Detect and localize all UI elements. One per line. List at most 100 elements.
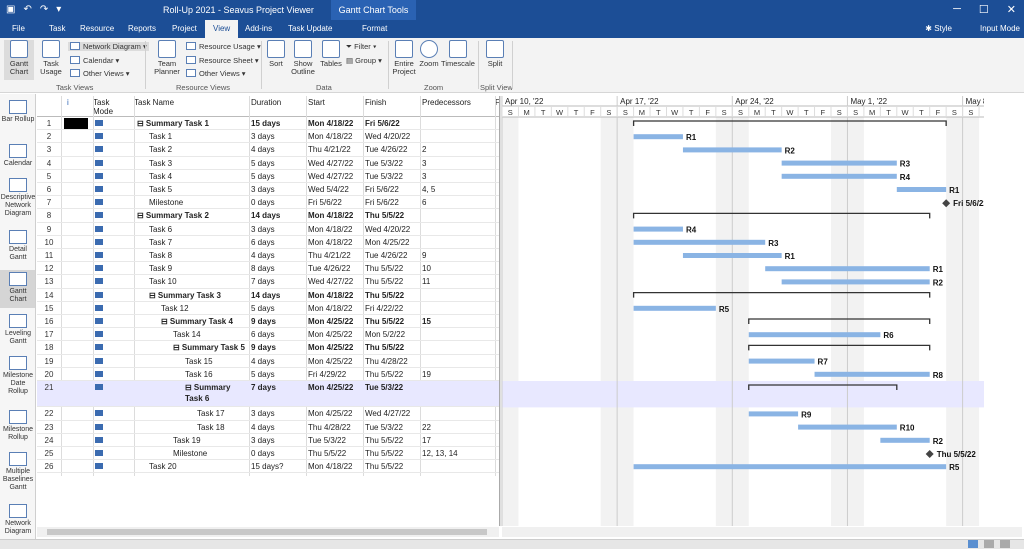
zoom-button[interactable]: Zoom [418, 40, 440, 68]
table-row[interactable]: 26 Task 20 15 days? Mon 4/18/22 Thu 5/5/22 [37, 460, 499, 474]
tab-task[interactable]: Task [49, 24, 65, 33]
view-multiple-baselines-gantt[interactable]: Multiple Baselines Gantt [0, 452, 35, 492]
split-button[interactable]: Split [482, 40, 508, 68]
start-column-header[interactable]: Start [308, 98, 325, 107]
task-finish: Tue 5/3/22 [365, 171, 403, 181]
table-row[interactable]: 24 Task 19 3 days Tue 5/3/22 Thu 5/5/22 17 [37, 434, 499, 447]
tab-add-ins[interactable]: Add-ins [245, 24, 272, 33]
redo-icon[interactable]: ↷ [40, 4, 48, 15]
table-row[interactable]: 21 ⊟ Summary Task 6 7 days Mon 4/25/22 Tue 5… [37, 381, 499, 408]
gantt-chart-button[interactable]: Gantt Chart [4, 40, 34, 80]
undo-icon[interactable]: ↶ [23, 4, 31, 15]
table-row[interactable]: 17 Task 14 6 days Mon 4/25/22 Mon 5/2/22 [37, 328, 499, 342]
minimize-icon[interactable]: ─ [953, 3, 961, 16]
view-milestone-date-rollup[interactable]: Milestone Date Rollup [0, 356, 35, 396]
table-row[interactable]: 23 Task 18 4 days Thu 4/28/22 Tue 5/3/22 22 [37, 421, 499, 434]
tab-file[interactable]: File [12, 24, 25, 33]
calendar-button[interactable]: Calendar ▾ [70, 56, 119, 65]
maximize-icon[interactable]: ☐ [979, 3, 989, 16]
table-row[interactable]: 14 ⊟ Summary Task 3 14 days Mon 4/18/22 Thu … [37, 289, 499, 302]
other-views-button[interactable]: Other Views ▾ [70, 69, 130, 78]
week-label: Apr 17, '22 [620, 97, 659, 106]
task-bar [896, 187, 947, 192]
view-shortcut-sheet-icon[interactable] [1000, 540, 1010, 548]
tab-task-update[interactable]: Task Update [288, 24, 332, 33]
view-network-diagram[interactable]: Network Diagram [0, 504, 35, 536]
table-row[interactable]: 16 ⊟ Summary Task 4 9 days Mon 4/25/22 Thu 5… [37, 315, 499, 329]
view-shortcut-usage-icon[interactable] [984, 540, 994, 548]
table-row[interactable]: 13 Task 10 7 days Wed 4/27/22 Thu 5/5/22 11 [37, 275, 499, 289]
filter-button[interactable]: ⏷ Filter ▾ [346, 42, 377, 52]
sheet-horizontal-scrollbar[interactable] [37, 527, 499, 537]
group-button[interactable]: ▤ Group ▾ [346, 56, 382, 65]
table-row[interactable]: 5 Task 4 5 days Wed 4/27/22 Tue 5/3/22 3 [37, 170, 499, 183]
table-row[interactable]: 15 Task 12 5 days Mon 4/18/22 Fri 4/22/22 [37, 302, 499, 315]
duration-column-header[interactable]: Duration [251, 98, 281, 107]
task-name-column-header[interactable]: Task Name [134, 98, 174, 107]
team-planner-button[interactable]: Team Planner [150, 40, 184, 76]
resource-sheet-button[interactable]: Resource Sheet ▾ [186, 56, 259, 65]
task-mode-column-header[interactable]: Task Mode [93, 98, 131, 116]
style-button[interactable]: ✱ Style [925, 24, 952, 33]
tab-view[interactable]: View [205, 20, 239, 38]
view-leveling-gantt[interactable]: Leveling Gantt [0, 314, 35, 346]
task-finish: Fri 5/6/22 [365, 198, 399, 208]
resource-label: R1 [949, 186, 960, 195]
table-row[interactable]: 12 Task 9 8 days Tue 4/26/22 Thu 5/5/22 10 [37, 262, 499, 276]
tab-resource[interactable]: Resource [80, 24, 114, 33]
scroll-thumb[interactable] [47, 529, 487, 535]
save-icon[interactable]: ▣ [6, 4, 15, 15]
table-row[interactable]: 1 ⊟ Summary Task 1 15 days Mon 4/18/22 Fri 5… [37, 117, 499, 131]
row-id: 17 [44, 330, 54, 340]
table-row[interactable]: 20 Task 16 5 days Fri 4/29/22 Thu 5/5/22 19 [37, 368, 499, 381]
entire-project-button[interactable]: Entire Project [391, 40, 417, 76]
sort-button[interactable]: Sort [264, 40, 288, 68]
finish-column-header[interactable]: Finish [365, 98, 386, 107]
task-finish: Tue 5/3/22 [365, 383, 404, 392]
task-usage-button[interactable]: Task Usage [36, 40, 66, 76]
customize-icon[interactable]: ▾ [56, 4, 61, 15]
table-row[interactable]: 4 Task 3 5 days Wed 4/27/22 Tue 5/3/22 3 [37, 157, 499, 170]
timescale-button[interactable]: Timescale [441, 40, 475, 68]
tab-reports[interactable]: Reports [128, 24, 156, 33]
table-row[interactable]: 6 Task 5 3 days Wed 5/4/22 Fri 5/6/22 4, 5 [37, 183, 499, 197]
input-mode-button[interactable]: Input Mode [980, 24, 1020, 33]
outline-icon [294, 40, 312, 58]
chart-horizontal-scrollbar[interactable] [502, 527, 1022, 537]
network-diagram-button[interactable]: Network Diagram ▾ [68, 42, 149, 51]
resource-label: R2 [933, 437, 944, 446]
table-row[interactable]: 3 Task 2 4 days Thu 4/21/22 Tue 4/26/22 2 [37, 143, 499, 157]
close-icon[interactable]: ✕ [1007, 3, 1016, 16]
task-start: Mon 4/25/22 [308, 383, 354, 392]
view-calendar[interactable]: Calendar [0, 144, 35, 168]
view-detail-gantt[interactable]: Detail Gantt [0, 230, 35, 262]
predecessors-column-header[interactable]: Predecessors [422, 98, 471, 107]
table-row[interactable]: 9 Task 6 3 days Mon 4/18/22 Wed 4/20/22 [37, 223, 499, 236]
table-row[interactable]: 10 Task 7 6 days Mon 4/18/22 Mon 4/25/22 [37, 236, 499, 249]
task-predecessors: 2 [422, 145, 427, 155]
tables-button[interactable]: Tables [318, 40, 344, 68]
task-start: Mon 4/25/22 [308, 317, 354, 326]
view-descriptive-network-diagram[interactable]: Descriptive Network Diagram [0, 178, 35, 218]
table-row[interactable]: 25 Milestone 0 days Thu 5/5/22 Thu 5/5/22 12,… [37, 447, 499, 461]
task-name: ⊟ Summary Task 3 [149, 290, 221, 300]
view-shortcut-gantt-icon[interactable] [968, 540, 978, 548]
table-row[interactable]: 22 Task 17 3 days Mon 4/25/22 Wed 4/27/22 [37, 407, 499, 421]
info-column-header[interactable]: i [67, 98, 69, 107]
day-label: W [786, 108, 794, 117]
table-row[interactable]: 7 Milestone 0 days Fri 5/6/22 Fri 5/6/22 6 [37, 196, 499, 210]
resource-usage-button[interactable]: Resource Usage ▾ [186, 42, 261, 51]
table-row[interactable]: 2 Task 1 3 days Mon 4/18/22 Wed 4/20/22 [37, 130, 499, 144]
tab-project[interactable]: Project [172, 24, 197, 33]
table-row[interactable]: 18 ⊟ Summary Task 5 9 days Mon 4/25/22 Thu 5… [37, 341, 499, 355]
table-row[interactable]: 11 Task 8 4 days Thu 4/21/22 Tue 4/26/22 9 [37, 249, 499, 263]
table-row[interactable]: 8 ⊟ Summary Task 2 14 days Mon 4/18/22 Thu 5… [37, 209, 499, 223]
view-milestone-rollup[interactable]: Milestone Rollup [0, 410, 35, 442]
show-outline-button[interactable]: Show Outline [289, 40, 317, 76]
view-bar-rollup[interactable]: Bar Rollup [0, 100, 35, 124]
other-views-resource-button[interactable]: Other Views ▾ [186, 69, 246, 78]
resource-label: R7 [818, 358, 829, 367]
table-row[interactable]: 19 Task 15 4 days Mon 4/25/22 Thu 4/28/22 [37, 355, 499, 368]
view-gantt-chart[interactable]: Gantt Chart [0, 270, 35, 308]
tab-format[interactable]: Format [362, 24, 387, 33]
